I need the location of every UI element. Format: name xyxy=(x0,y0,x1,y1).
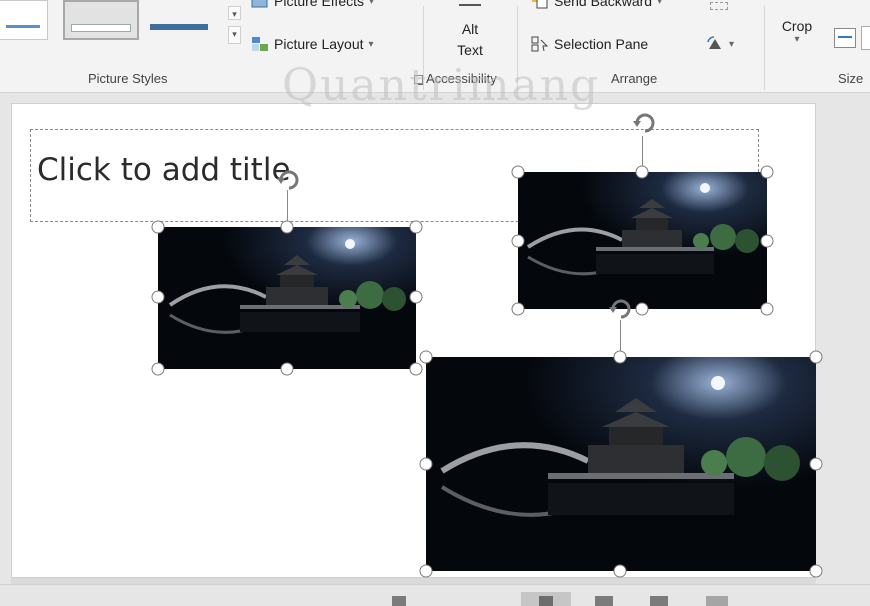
group-label-size: Size xyxy=(838,71,864,86)
picture-2[interactable] xyxy=(518,172,767,309)
group-label-arrange: Arrange xyxy=(611,71,658,86)
resize-handle[interactable] xyxy=(809,564,823,578)
alt-text-button[interactable]: Alt Text xyxy=(428,0,512,64)
resize-handle[interactable] xyxy=(419,457,433,471)
picture-3[interactable] xyxy=(426,357,816,571)
size-input[interactable] xyxy=(861,26,870,50)
slideshow-icon[interactable] xyxy=(706,596,728,606)
resize-handle[interactable] xyxy=(280,220,294,234)
resize-handle[interactable] xyxy=(760,234,774,248)
align-icon[interactable] xyxy=(710,2,728,10)
crop-button[interactable]: Crop ▾ xyxy=(774,18,820,45)
separator xyxy=(764,6,765,90)
normal-view-button[interactable] xyxy=(521,592,571,606)
resize-handle[interactable] xyxy=(809,457,823,471)
night-pagoda-image xyxy=(518,172,767,309)
resize-handle[interactable] xyxy=(419,564,433,578)
picture-style-thumb-2[interactable] xyxy=(63,0,139,40)
watermark-logo: Quantrimang xyxy=(282,60,600,111)
slide-scroll-track xyxy=(11,578,816,584)
resize-handle[interactable] xyxy=(613,564,627,578)
resize-handle[interactable] xyxy=(809,350,823,364)
resize-handle[interactable] xyxy=(151,290,165,304)
rotate-handle-icon[interactable] xyxy=(276,167,302,193)
resize-handle[interactable] xyxy=(613,350,627,364)
send-backward-button[interactable]: Send Backward ▾ xyxy=(531,0,662,9)
rotate-button[interactable]: ▾ xyxy=(706,36,734,52)
resize-handle[interactable] xyxy=(635,302,649,316)
resize-handle[interactable] xyxy=(409,220,423,234)
resize-handle[interactable] xyxy=(409,362,423,376)
notes-icon[interactable] xyxy=(392,596,406,606)
status-bar xyxy=(0,584,870,606)
watermark-text: Quantrimang xyxy=(282,60,601,111)
resize-handle[interactable] xyxy=(151,362,165,376)
picture-1[interactable] xyxy=(158,227,416,369)
resize-handle[interactable] xyxy=(635,165,649,179)
picture-effects-button[interactable]: Picture Effects ▾ xyxy=(251,0,374,9)
selection-pane-button[interactable]: Selection Pane xyxy=(531,36,648,52)
resize-handle[interactable] xyxy=(151,220,165,234)
night-pagoda-image xyxy=(158,227,416,369)
resize-handle[interactable] xyxy=(419,350,433,364)
resize-handle[interactable] xyxy=(511,165,525,179)
picture-style-thumb-1[interactable] xyxy=(0,0,48,40)
resize-handle[interactable] xyxy=(511,234,525,248)
picture-layout-button[interactable]: Picture Layout ▾ xyxy=(251,36,374,52)
title-placeholder-text[interactable]: Click to add title xyxy=(37,152,291,188)
selection-pane-icon xyxy=(531,36,549,52)
picture-style-thumb-3[interactable] xyxy=(150,0,210,40)
resize-handle[interactable] xyxy=(409,290,423,304)
rotate-handle-icon[interactable] xyxy=(632,110,658,136)
rotate-icon xyxy=(707,36,721,49)
resize-handle[interactable] xyxy=(511,302,525,316)
group-label-picture-styles: Picture Styles xyxy=(88,71,168,86)
alt-text-icon xyxy=(459,0,481,6)
slide-sorter-icon[interactable] xyxy=(595,596,613,606)
send-backward-icon xyxy=(532,0,548,9)
resize-handle[interactable] xyxy=(760,165,774,179)
rotate-handle-icon[interactable] xyxy=(608,296,634,322)
resize-handle[interactable] xyxy=(760,302,774,316)
reading-view-icon[interactable] xyxy=(650,596,668,606)
gallery-more-icon[interactable]: ▾ xyxy=(228,26,241,44)
picture-layout-icon xyxy=(252,37,268,51)
height-icon xyxy=(834,28,856,48)
resize-handle[interactable] xyxy=(280,362,294,376)
picture-effects-icon xyxy=(251,0,268,8)
night-pagoda-image xyxy=(426,357,816,571)
gallery-scroll-down[interactable]: ▾ xyxy=(228,6,241,20)
